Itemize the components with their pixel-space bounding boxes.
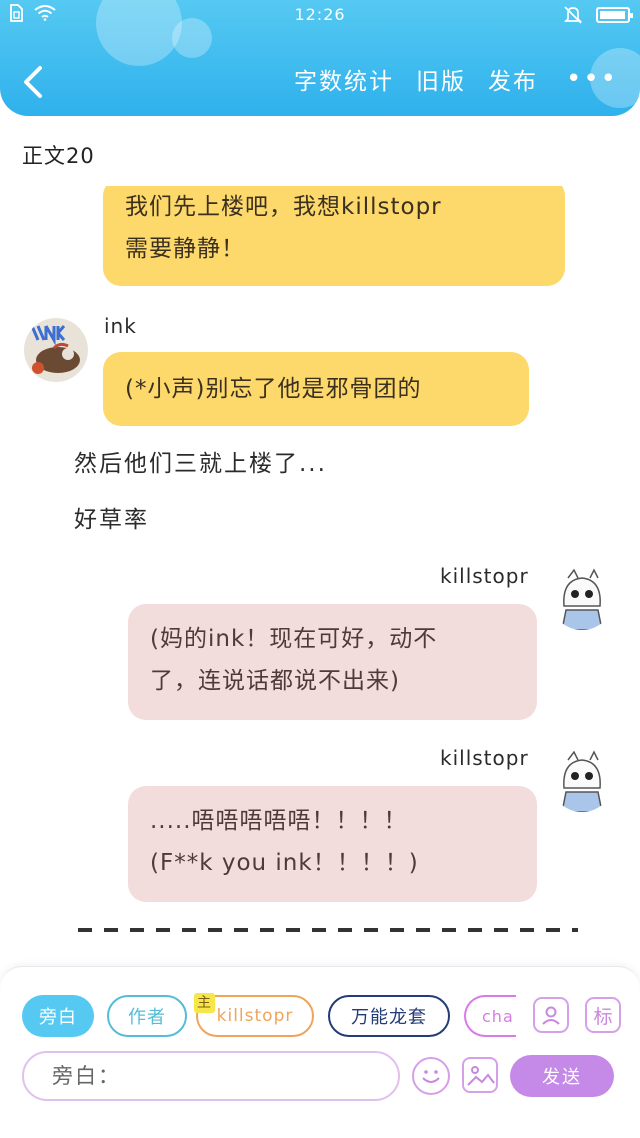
sender-name: ink [104,314,137,338]
sender-name: killstopr [440,746,529,770]
message-bubble: 我们先上楼吧，我想killstopr 需要静静！ [103,186,565,286]
more-menu-button[interactable]: ••• [566,64,618,94]
character-manage-button[interactable] [533,997,569,1033]
smiley-icon [422,1070,440,1083]
label-button[interactable]: 标 [585,997,621,1033]
back-button[interactable] [18,62,48,102]
status-right [564,5,633,25]
avatar-killstopr-image [550,566,614,630]
message-line: 需要静静！ [125,236,245,262]
top-app-bar: 12:26 字数统计 旧版 发布 ••• [0,0,640,116]
emoji-button[interactable] [412,1057,450,1095]
message-input[interactable]: 旁白： [22,1051,400,1101]
sender-name: killstopr [440,564,529,588]
image-button[interactable] [462,1057,498,1093]
send-button[interactable]: 发送 [510,1055,614,1097]
composer-panel: 旁白 作者 主 killstopr 万能龙套 cha 标 旁白： 发送 [0,966,640,1138]
message-line: 了，连说话都说不出来) [150,668,400,694]
avatar-ink[interactable] [24,318,88,382]
message-line: (F**k you ink！！！！) [150,850,419,876]
message-bubble: (妈的ink！现在可好，动不 了，连说话都说不出来) [128,604,537,720]
message-bubble: (*小声)别忘了他是邪骨团的 [103,352,529,426]
message-bubble: .....唔唔唔唔唔！！！！ (F**k you ink！！！！) [128,786,537,902]
narration-text: 然后他们三就上楼了... [74,451,327,477]
narration-text: 好草率 [74,507,149,533]
message-line: (*小声)别忘了他是邪骨团的 [125,376,422,402]
role-chip-universal[interactable]: 万能龙套 [328,995,450,1037]
role-chip-killstopr[interactable]: 主 killstopr [194,993,314,1037]
role-chip-narration[interactable]: 旁白 [22,995,94,1037]
avatar-ink-image [24,318,88,382]
header-actions: 字数统计 旧版 发布 ••• [294,62,618,96]
message-line: .....唔唔唔唔唔！！！！ [150,808,408,834]
word-count-button[interactable]: 字数统计 [294,62,394,96]
role-chip-author[interactable]: 作者 [107,995,187,1037]
avatar-killstopr[interactable] [550,566,614,630]
status-time: 12:26 [294,5,346,24]
message-line: (妈的ink！现在可好，动不 [150,626,438,652]
role-chip-character[interactable]: cha [464,995,516,1037]
divider-dashes [78,928,578,932]
mute-bell-icon [564,6,582,24]
message-line: 我们先上楼吧，我想killstopr [125,194,442,220]
avatar-killstopr[interactable] [550,748,614,812]
image-icon [467,1066,495,1086]
old-version-button[interactable]: 旧版 [416,62,466,96]
status-bar: 12:26 [0,0,640,32]
person-icon [542,1006,560,1025]
main-role-tag: 主 [194,993,215,1013]
role-chip-label: killstopr [216,1006,294,1026]
chapter-title: 正文20 [22,144,95,168]
battery-level [600,11,625,19]
story-content[interactable]: 我们先上楼吧，我想killstopr 需要静静！ ink (*小声)别忘了他是邪… [0,186,640,956]
battery-icon [596,7,633,23]
avatar-killstopr-image [550,748,614,812]
publish-button[interactable]: 发布 [488,62,538,96]
